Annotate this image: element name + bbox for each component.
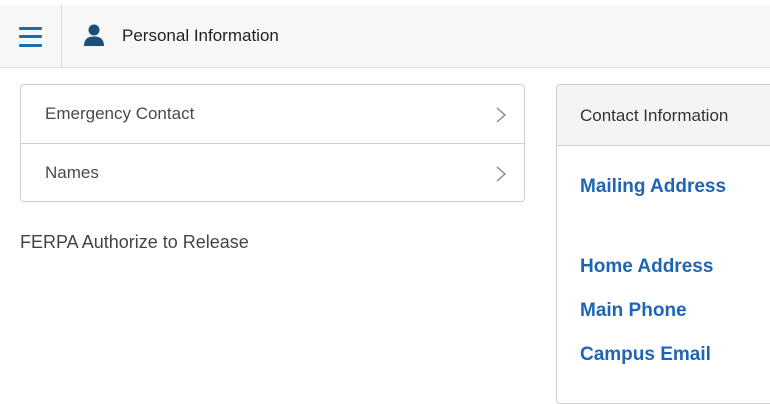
contact-information-title: Contact Information [580, 106, 729, 125]
mailing-address-link[interactable]: Mailing Address [580, 176, 726, 198]
person-icon [84, 24, 104, 46]
chevron-right-icon [496, 107, 507, 123]
list-item-label: Emergency Contact [45, 104, 195, 123]
top-bar: Personal Information [0, 0, 770, 68]
contact-information-card: Contact Information Mailing Address Home… [556, 84, 770, 404]
list-item-names[interactable]: Names [21, 144, 524, 202]
main-phone-link[interactable]: Main Phone [580, 300, 687, 322]
contact-information-header: Contact Information [557, 85, 770, 146]
ferpa-authorize-link[interactable]: FERPA Authorize to Release [20, 232, 249, 253]
list-item-label: Names [45, 163, 99, 182]
hamburger-menu-icon [19, 26, 42, 47]
page-title: Personal Information [122, 26, 279, 45]
profile-sections-list: Emergency Contact Names [20, 84, 525, 202]
list-item-emergency-contact[interactable]: Emergency Contact [21, 85, 524, 144]
menu-button[interactable] [0, 5, 62, 68]
home-address-link[interactable]: Home Address [580, 256, 713, 278]
campus-email-link[interactable]: Campus Email [580, 344, 711, 366]
chevron-right-icon [496, 166, 507, 182]
